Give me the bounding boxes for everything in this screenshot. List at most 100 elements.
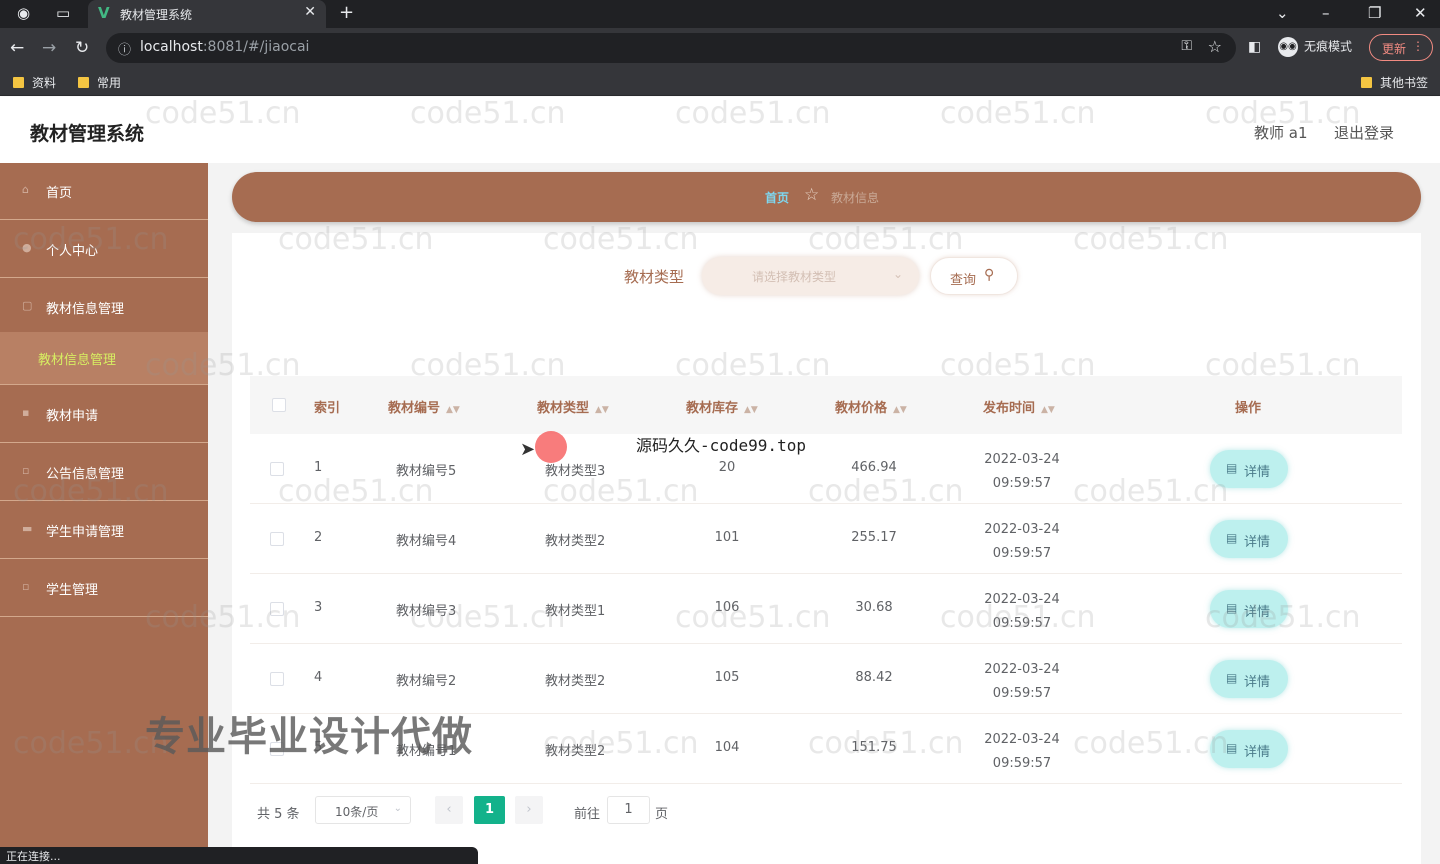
sidebar-item-label: 学生管理 — [46, 583, 99, 598]
reload-icon[interactable]: ↻ — [75, 38, 89, 58]
more-options-icon: ⋮ — [1412, 39, 1424, 53]
address-bar: ← → ↻ ⓘ localhost:8081/#/jiaocai ⚿ ☆ ◧ ◉… — [0, 28, 1440, 68]
table-row: 3 教材编号3 教材类型1 106 30.68 2022-03-24 09:59… — [250, 574, 1402, 644]
sidebar-item-textbook-info-active[interactable]: 教材信息管理 — [0, 332, 208, 385]
cell-code: 教材编号4 — [396, 534, 457, 549]
textbook-type-select[interactable]: 请选择教材类型 ⌄ — [702, 257, 919, 295]
cell-stock: 20 — [718, 460, 736, 475]
goto-page-input[interactable]: 1 — [607, 796, 650, 824]
tab-search-icon[interactable]: ▭ — [56, 4, 70, 22]
sidebar-item-profile[interactable]: ● 个人中心 — [0, 221, 208, 278]
new-tab-icon[interactable]: + — [339, 2, 354, 23]
cell-price: 255.17 — [851, 530, 897, 545]
breadcrumb-current: 教材信息 — [831, 191, 880, 205]
star-icon: ☆ — [804, 185, 820, 205]
restore-icon[interactable]: ❐ — [1368, 4, 1381, 22]
table-row: 1 教材编号5 教材类型3 20 466.94 2022-03-24 09:59… — [250, 434, 1402, 504]
next-page-icon[interactable]: › — [515, 796, 543, 824]
sidebar-item-announcements[interactable]: ▫ 公告信息管理 — [0, 444, 208, 501]
logout-link[interactable]: 退出登录 — [1334, 122, 1394, 143]
cell-price: 88.42 — [855, 670, 893, 685]
detail-button[interactable]: ▤ 详情 — [1210, 730, 1288, 768]
sidebar-item-student-applications[interactable]: ▬ 学生申请管理 — [0, 502, 208, 559]
bookmark-folder[interactable]: 常用 — [78, 74, 121, 91]
query-button[interactable]: 查询 ⚲ — [930, 257, 1018, 295]
incognito-icon: ◉◉ — [1278, 37, 1298, 57]
document-icon: ▤ — [1226, 601, 1238, 615]
browser-tab[interactable]: V 教材管理系统 ✕ — [88, 0, 326, 28]
url-text: localhost:8081/#/jiaocai — [140, 39, 310, 55]
click-indicator — [535, 431, 567, 463]
page-size-select[interactable]: 10条/页 ⌄ — [315, 796, 411, 824]
filter-label: 教材类型 — [624, 268, 685, 286]
current-page[interactable]: 1 — [474, 796, 505, 824]
browser-menu-icon[interactable]: ◉ — [17, 4, 30, 22]
other-bookmarks[interactable]: 其他书签 — [1361, 74, 1428, 91]
folder-icon — [78, 77, 89, 88]
row-checkbox[interactable] — [270, 532, 284, 546]
home-icon: ⌂ — [22, 183, 29, 196]
page-label: 页 — [655, 807, 669, 822]
column-date[interactable]: 发布时间 ▲▼ — [983, 397, 1055, 416]
bookmark-bar: 资料 常用 其他书签 — [0, 68, 1440, 96]
detail-label: 详情 — [1244, 675, 1271, 690]
minimize-icon[interactable]: – — [1322, 4, 1330, 22]
total-count: 共 5 条 — [257, 807, 300, 822]
sidebar-item-label: 教材申请 — [46, 409, 99, 424]
table-row: 2 教材编号4 教材类型2 101 255.17 2022-03-24 09:5… — [250, 504, 1402, 574]
document-icon: ▤ — [1226, 461, 1238, 475]
apply-icon: ▪ — [22, 406, 30, 419]
cell-stock: 101 — [714, 530, 740, 545]
browser-status-bar: 正在连接... — [0, 847, 478, 864]
cell-type: 教材类型2 — [545, 674, 606, 689]
tab-title: 教材管理系统 — [120, 8, 193, 22]
incognito-indicator[interactable]: ◉◉ 无痕模式 — [1278, 37, 1352, 57]
sidebar-item-home[interactable]: ⌂ 首页 — [0, 163, 208, 220]
cell-code: 教材编号2 — [396, 674, 457, 689]
prev-page-icon[interactable]: ‹ — [435, 796, 463, 824]
tab-close-icon[interactable]: ✕ — [304, 4, 316, 20]
sidebar-item-label: 公告信息管理 — [46, 467, 125, 482]
sidebar-item-textbook-apply[interactable]: ▪ 教材申请 — [0, 386, 208, 443]
chevron-down-icon: ⌄ — [892, 267, 903, 281]
sort-icon[interactable]: ▲▼ — [893, 405, 907, 415]
cell-stock: 106 — [714, 600, 740, 615]
bookmark-folder[interactable]: 资料 — [13, 74, 56, 91]
cell-type: 教材类型2 — [545, 534, 606, 549]
tab-list-icon[interactable]: ⌄ — [1276, 4, 1289, 22]
sort-icon[interactable]: ▲▼ — [744, 405, 758, 415]
vue-logo-icon: V — [98, 4, 110, 22]
bookmark-star-icon[interactable]: ☆ — [1208, 37, 1222, 56]
site-info-icon[interactable]: ⓘ — [118, 39, 131, 58]
detail-label: 详情 — [1244, 745, 1271, 760]
column-price[interactable]: 教材价格 ▲▼ — [835, 397, 907, 416]
list-icon: ▬ — [22, 522, 33, 535]
sidebar-item-students[interactable]: ▫ 学生管理 — [0, 560, 208, 617]
document-icon: ▤ — [1226, 671, 1238, 685]
update-button[interactable]: 更新 ⋮ — [1369, 34, 1433, 61]
sort-icon[interactable]: ▲▼ — [446, 405, 460, 415]
sidepanel-icon[interactable]: ◧ — [1248, 39, 1261, 55]
sort-icon[interactable]: ▲▼ — [1041, 405, 1055, 415]
chevron-down-icon: ⌄ — [393, 803, 402, 814]
detail-button[interactable]: ▤ 详情 — [1210, 450, 1288, 488]
sidebar-item-textbook-info[interactable]: ▢ 教材信息管理 — [0, 279, 208, 336]
breadcrumb-home[interactable]: 首页 — [765, 189, 789, 206]
url-field[interactable]: ⓘ localhost:8081/#/jiaocai ⚿ ☆ — [106, 33, 1236, 63]
detail-button[interactable]: ▤ 详情 — [1210, 660, 1288, 698]
back-icon[interactable]: ← — [10, 38, 24, 58]
close-window-icon[interactable]: ✕ — [1414, 4, 1427, 22]
content-card: 教材类型 请选择教材类型 ⌄ 查询 ⚲ 索引 教材编号 ▲▼ 教材类型 ▲▼ 教材库… — [232, 233, 1421, 864]
detail-button[interactable]: ▤ 详情 — [1210, 520, 1288, 558]
forward-icon[interactable]: → — [42, 38, 56, 58]
row-checkbox[interactable] — [270, 672, 284, 686]
row-checkbox[interactable] — [270, 462, 284, 476]
column-stock[interactable]: 教材库存 ▲▼ — [686, 397, 758, 416]
select-all-checkbox[interactable] — [272, 398, 286, 412]
column-code[interactable]: 教材编号 ▲▼ — [388, 397, 460, 416]
sort-icon[interactable]: ▲▼ — [595, 405, 609, 415]
detail-button[interactable]: ▤ 详情 — [1210, 590, 1288, 628]
row-checkbox[interactable] — [270, 602, 284, 616]
column-type[interactable]: 教材类型 ▲▼ — [537, 397, 609, 416]
password-key-icon[interactable]: ⚿ — [1181, 38, 1192, 54]
